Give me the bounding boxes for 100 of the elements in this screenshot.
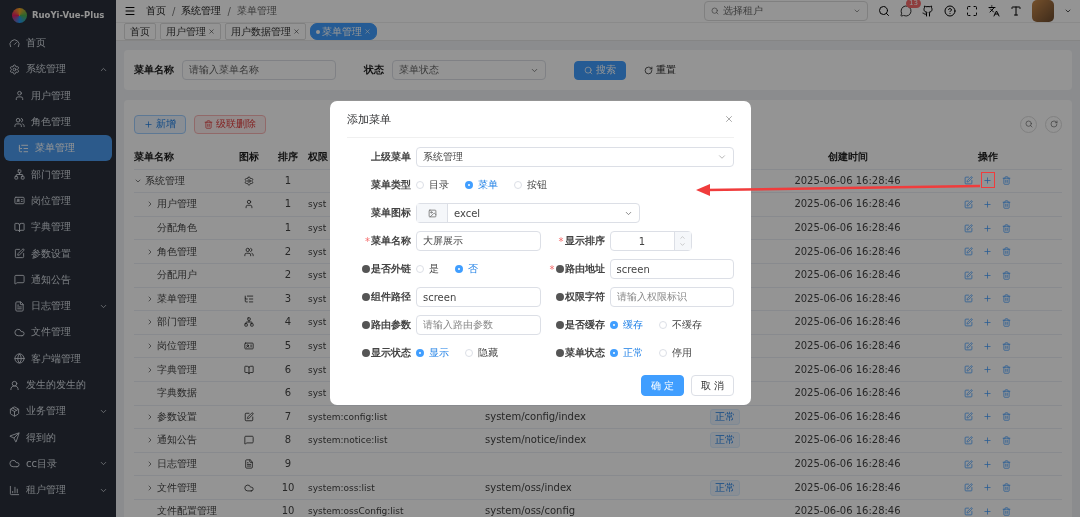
chevron-right-icon[interactable] bbox=[146, 436, 154, 445]
edit-icon[interactable] bbox=[964, 365, 973, 375]
chevron-right-icon[interactable] bbox=[146, 460, 154, 468]
delete-icon[interactable] bbox=[1002, 247, 1011, 257]
chevron-right-icon[interactable] bbox=[146, 483, 154, 492]
delete-icon[interactable] bbox=[1002, 294, 1011, 304]
edit-icon[interactable] bbox=[964, 270, 973, 280]
sidebar-item[interactable]: 客户端管理 bbox=[0, 345, 116, 372]
radio-option[interactable]: 目录 bbox=[416, 178, 449, 192]
breadcrumb-item[interactable]: 首页 bbox=[146, 4, 166, 18]
add-icon[interactable] bbox=[983, 365, 992, 375]
cancel-button[interactable]: 取 消 bbox=[690, 375, 734, 396]
menu-icon[interactable] bbox=[124, 5, 136, 17]
parent-menu-select[interactable]: 系统管理 bbox=[416, 147, 734, 167]
text-input[interactable]: 请输入权限标识 bbox=[609, 287, 734, 307]
radio-option[interactable]: 正常 bbox=[609, 346, 643, 360]
add-icon[interactable] bbox=[983, 247, 992, 257]
edit-icon[interactable] bbox=[964, 317, 973, 327]
page-tab[interactable]: 用户数据管理 bbox=[225, 23, 306, 40]
delete-icon[interactable] bbox=[1002, 506, 1011, 516]
search-icon[interactable] bbox=[878, 5, 890, 17]
add-button[interactable]: 新增 bbox=[134, 114, 186, 134]
sidebar-item[interactable]: 文件管理 bbox=[0, 319, 116, 346]
tenant-select[interactable]: 选择租户 bbox=[704, 1, 868, 21]
close-icon[interactable] bbox=[208, 28, 215, 35]
sidebar-item[interactable]: 岗位管理 bbox=[0, 187, 116, 215]
radio-option[interactable]: 不缓存 bbox=[658, 318, 702, 332]
delete-icon[interactable] bbox=[1002, 412, 1011, 422]
radio-option[interactable]: 显示 bbox=[416, 346, 449, 360]
delete-icon[interactable] bbox=[1002, 200, 1011, 209]
sidebar-item[interactable]: 系统管理 bbox=[0, 56, 116, 83]
add-icon[interactable] bbox=[983, 176, 992, 186]
radio-option[interactable]: 隐藏 bbox=[465, 346, 498, 360]
edit-icon[interactable] bbox=[964, 506, 973, 516]
sidebar-item[interactable]: 部门管理 bbox=[0, 161, 116, 188]
edit-icon[interactable] bbox=[964, 200, 973, 209]
cascade-delete-button[interactable]: 级联删除 bbox=[194, 114, 266, 134]
add-icon[interactable] bbox=[983, 341, 992, 351]
edit-icon[interactable] bbox=[964, 435, 973, 445]
radio-option[interactable]: 缓存 bbox=[609, 318, 643, 332]
page-tab[interactable]: 首页 bbox=[124, 23, 156, 40]
icon-select[interactable]: excel bbox=[416, 203, 640, 223]
radio-option[interactable]: 是 bbox=[416, 262, 439, 276]
add-icon[interactable] bbox=[983, 459, 992, 469]
chevron-right-icon[interactable] bbox=[146, 200, 154, 209]
chevron-right-icon[interactable] bbox=[146, 247, 154, 256]
help-icon[interactable] bbox=[555, 265, 564, 273]
delete-icon[interactable] bbox=[1002, 223, 1011, 233]
delete-icon[interactable] bbox=[1002, 388, 1011, 398]
sidebar-item[interactable]: 通知公告 bbox=[0, 266, 116, 293]
page-tab[interactable]: 菜单管理 bbox=[310, 23, 377, 40]
edit-icon[interactable] bbox=[964, 483, 973, 493]
chevron-right-icon[interactable] bbox=[146, 412, 154, 421]
sidebar-item[interactable]: 字典管理 bbox=[0, 214, 116, 241]
help-icon[interactable] bbox=[555, 293, 564, 301]
chevron-right-icon[interactable] bbox=[146, 294, 154, 303]
number-input[interactable]: 1 bbox=[609, 231, 692, 251]
add-icon[interactable] bbox=[983, 435, 992, 445]
edit-icon[interactable] bbox=[964, 176, 973, 186]
radio-option[interactable]: 菜单 bbox=[465, 178, 498, 192]
delete-icon[interactable] bbox=[1002, 270, 1011, 280]
sidebar-item[interactable]: cc目录 bbox=[0, 450, 116, 478]
sidebar-item[interactable]: 用户管理 bbox=[0, 82, 116, 109]
add-icon[interactable] bbox=[983, 294, 992, 304]
sidebar-item[interactable]: 发生的发生的 bbox=[0, 371, 116, 399]
chevron-right-icon[interactable] bbox=[146, 342, 154, 351]
language-icon[interactable] bbox=[988, 5, 1000, 17]
help-icon[interactable] bbox=[362, 293, 370, 301]
radio-option[interactable]: 按钮 bbox=[514, 178, 547, 192]
close-icon[interactable] bbox=[724, 114, 734, 124]
edit-icon[interactable] bbox=[964, 247, 973, 257]
sidebar-item[interactable]: 首页 bbox=[0, 30, 116, 57]
help-icon[interactable] bbox=[362, 265, 370, 273]
add-icon[interactable] bbox=[983, 412, 992, 422]
sidebar-item[interactable]: 菜单管理 bbox=[4, 135, 112, 162]
edit-icon[interactable] bbox=[964, 223, 973, 233]
delete-icon[interactable] bbox=[1002, 176, 1011, 186]
edit-icon[interactable] bbox=[964, 459, 973, 469]
status-select[interactable]: 菜单状态 bbox=[392, 60, 546, 80]
breadcrumb-item[interactable]: 系统管理 bbox=[181, 4, 222, 18]
help-icon[interactable] bbox=[944, 5, 956, 17]
text-input[interactable]: screen bbox=[416, 287, 541, 307]
delete-icon[interactable] bbox=[1002, 435, 1011, 445]
message-icon[interactable] bbox=[900, 5, 912, 17]
help-icon[interactable] bbox=[362, 321, 370, 329]
edit-icon[interactable] bbox=[964, 294, 973, 304]
help-icon[interactable] bbox=[362, 349, 370, 357]
delete-icon[interactable] bbox=[1002, 459, 1011, 469]
add-icon[interactable] bbox=[983, 317, 992, 327]
add-icon[interactable] bbox=[983, 506, 992, 516]
menu-name-input[interactable]: 请输入菜单名称 bbox=[182, 60, 336, 80]
page-tab[interactable]: 用户管理 bbox=[160, 23, 221, 40]
edit-icon[interactable] bbox=[964, 388, 973, 398]
font-size-icon[interactable] bbox=[1010, 5, 1022, 17]
radio-option[interactable]: 停用 bbox=[658, 346, 692, 360]
edit-icon[interactable] bbox=[964, 341, 973, 351]
add-icon[interactable] bbox=[983, 223, 992, 233]
search-button[interactable]: 搜索 bbox=[574, 60, 626, 80]
sidebar-item[interactable]: 业务管理 bbox=[0, 398, 116, 425]
sidebar-item[interactable]: 得到的 bbox=[0, 424, 116, 451]
